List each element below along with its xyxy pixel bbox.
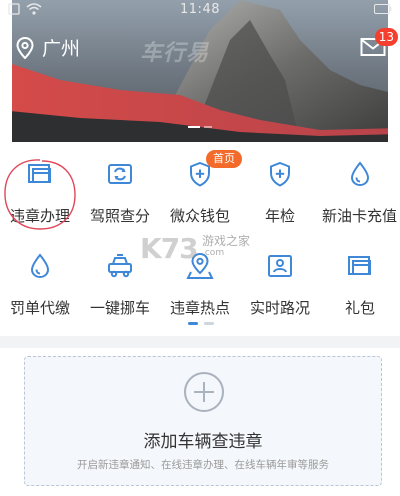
license-refresh-icon [108,164,132,184]
grid-item-label: 罚单代缴 [9,299,70,317]
grid-item-label: 新油卡充值 [322,207,398,225]
status-icons [8,3,42,15]
banner-image [0,0,400,142]
grid-item-license-points[interactable]: 驾照查分 [80,152,160,230]
site-watermark-cn: 游戏之家 [202,234,251,248]
grid-item-label: 礼包 [344,299,375,317]
city-selector[interactable]: 广州 [16,34,80,61]
status-time: 11:48 [180,2,220,17]
top-bar: 广州 车行易 13 [0,26,400,66]
grid-item-label: 微众钱包 [169,207,230,225]
banner-dot [188,126,200,128]
banner-edge-left [0,0,12,142]
grid-item-label: 一键挪车 [89,299,150,317]
page-dot [204,322,214,325]
add-plus-icon [184,372,224,412]
grid-item-label: 驾照查分 [89,207,150,225]
city-name: 广州 [42,38,81,60]
grid-item-ticket-payment[interactable]: 罚单代缴 [0,244,80,322]
banner-edge-right [388,0,400,142]
grid-item-gift-pack[interactable]: 礼包 [320,244,400,322]
grid-item-fuel-card[interactable]: 新油卡充值 [320,152,400,230]
grid-item-label: 年检 [264,207,295,225]
location-pin-icon [16,36,34,59]
battery-icon [374,4,392,14]
grid-item-annual-inspection[interactable]: 年检 [240,152,320,230]
hand-drawn-circle-annotation [4,159,76,230]
grid-item-label: 实时路况 [249,299,310,317]
site-watermark-en: .com [202,248,225,258]
drop-icon [350,161,370,187]
banner[interactable]: 11:48 广州 车行易 13 [0,0,400,142]
add-vehicle-subtitle: 开启新违章通知、在线违章办理、在线车辆年审等服务 [77,459,329,471]
page-dot [188,322,198,325]
car-icon [108,254,132,278]
sim-icon [8,3,20,15]
shield-plus-icon [270,161,290,187]
site-watermark-mark: K73 [140,232,199,265]
card-icon [348,256,371,275]
grid-row: 罚单代缴 一键挪车 违章热点 实时路况 礼包 [0,244,400,322]
mail-badge: 13 [374,28,398,46]
add-vehicle-title: 添加车辆查违章 [143,432,263,452]
grid-item-live-traffic[interactable]: 实时路况 [240,244,320,322]
grid-page-indicator [188,322,214,325]
mail-button[interactable]: 13 [360,28,398,58]
grid-item-label: 违章热点 [169,299,230,317]
banner-dot [204,126,212,128]
banner-indicator [188,126,212,128]
drop-icon [30,253,50,279]
add-vehicle-card[interactable]: 添加车辆查违章 开启新违章通知、在线违章办理、在线车辆年审等服务 [24,356,382,486]
banner-watermark: 车行易 [140,41,210,66]
status-bar: 11:48 [0,0,400,20]
section-divider [0,336,400,348]
home-badge: 首页 [206,150,242,168]
wifi-icon [26,3,42,15]
contact-card-icon [268,255,292,277]
